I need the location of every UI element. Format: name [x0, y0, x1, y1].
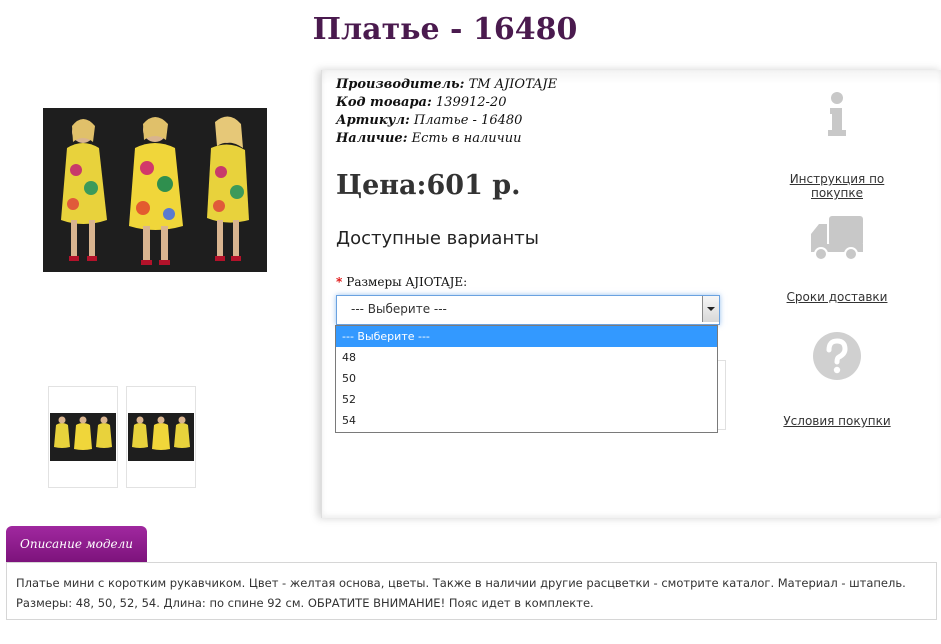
- size-label-text: Размеры AJIOTAJE:: [346, 275, 468, 289]
- purchase-instruction-block: Инструкция по покупке: [762, 90, 912, 200]
- size-option[interactable]: 48: [336, 347, 717, 368]
- product-title: Платье - 16480: [312, 12, 578, 47]
- required-mark: *: [336, 275, 343, 289]
- delivery-terms-link[interactable]: Сроки доставки: [762, 290, 912, 304]
- size-option[interactable]: 50: [336, 368, 717, 389]
- spec-article-label: Артикул:: [336, 113, 410, 128]
- description-text: Платье мини с коротким рукавчиком. Цвет …: [16, 576, 906, 610]
- product-specs: Производитель: ТМ AJIOTAJE Код товара: 1…: [336, 76, 557, 148]
- size-option[interactable]: 54: [336, 410, 717, 431]
- size-option[interactable]: 52: [336, 389, 717, 410]
- chevron-down-icon[interactable]: [702, 296, 719, 322]
- size-select-value: --- Выберите ---: [351, 302, 447, 316]
- spec-article-value: Платье - 16480: [413, 113, 523, 128]
- spec-code: Код товара: 139912-20: [336, 94, 557, 112]
- product-main-image[interactable]: [43, 108, 267, 272]
- description-panel: Платье мини с коротким рукавчиком. Цвет …: [6, 562, 937, 620]
- size-option[interactable]: --- Выберите ---: [336, 326, 717, 347]
- size-dropdown-list[interactable]: --- Выберите --- 48 50 52 54: [335, 325, 718, 433]
- truck-icon: [811, 216, 863, 261]
- product-price: Цена:601 р.: [336, 170, 521, 201]
- spec-code-value: 139912-20: [435, 95, 507, 110]
- purchase-conditions-link[interactable]: Условия покупки: [762, 414, 912, 428]
- product-info-panel: Производитель: ТМ AJIOTAJE Код товара: 1…: [321, 70, 941, 518]
- purchase-instruction-link[interactable]: Инструкция по покупке: [762, 172, 912, 200]
- size-label: * Размеры AJIOTAJE:: [336, 275, 467, 289]
- spec-manufacturer-label: Производитель:: [336, 77, 465, 92]
- size-select[interactable]: --- Выберите ---: [336, 295, 720, 325]
- product-thumbnail-2[interactable]: [126, 386, 196, 488]
- spec-article: Артикул: Платье - 16480: [336, 112, 557, 130]
- spec-availability-label: Наличие:: [336, 131, 408, 146]
- spec-code-label: Код товара:: [336, 95, 432, 110]
- thumbnail-photo: [50, 413, 116, 461]
- spec-availability: Наличие: Есть в наличии: [336, 130, 557, 148]
- product-photo: [43, 108, 267, 272]
- thumbnail-photo: [128, 413, 194, 461]
- spec-availability-value: Есть в наличии: [411, 131, 522, 146]
- delivery-block: Сроки доставки: [762, 212, 912, 304]
- variants-title: Доступные варианты: [336, 228, 539, 249]
- question-icon: [813, 332, 861, 380]
- spec-manufacturer: Производитель: ТМ AJIOTAJE: [336, 76, 557, 94]
- spec-manufacturer-value: ТМ AJIOTAJE: [468, 77, 558, 92]
- info-icon: [828, 92, 846, 136]
- purchase-conditions-block: Условия покупки: [762, 330, 912, 428]
- product-thumbnail-1[interactable]: [48, 386, 118, 488]
- tab-description[interactable]: Описание модели: [6, 526, 147, 562]
